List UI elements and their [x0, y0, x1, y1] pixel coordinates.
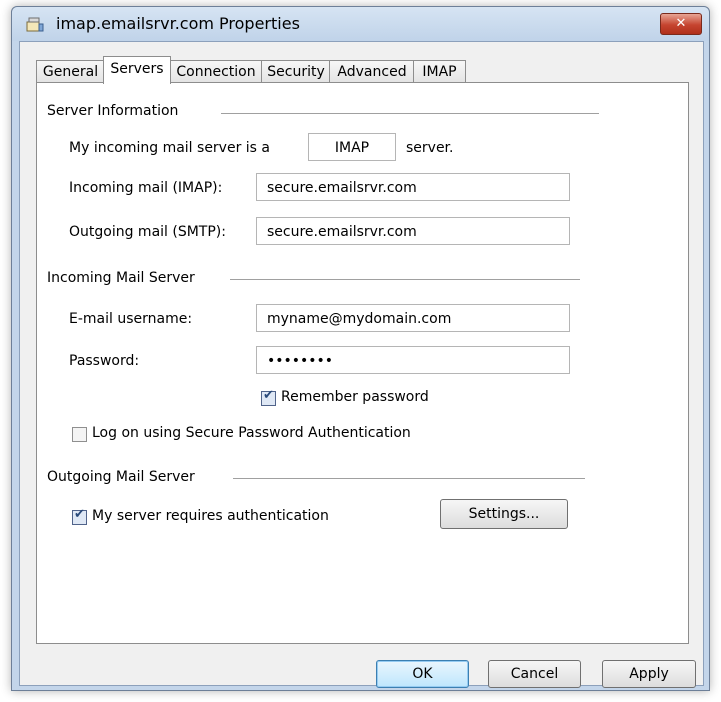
requires-auth-label: My server requires authentication	[92, 508, 329, 524]
close-icon: ✕	[675, 16, 687, 31]
title-bar[interactable]: imap.emailsrvr.com Properties ✕	[12, 7, 709, 41]
username-input[interactable]: myname@mydomain.com	[256, 304, 570, 332]
group-separator	[230, 279, 580, 280]
settings-button[interactable]: Settings...	[440, 499, 568, 529]
server-type-label: My incoming mail server is a	[69, 140, 271, 156]
spa-checkbox[interactable]	[72, 427, 87, 442]
tab-imap[interactable]: IMAP	[413, 60, 466, 83]
checkmark-icon: ✔	[263, 388, 274, 403]
incoming-mail-label: Incoming mail (IMAP):	[69, 180, 223, 196]
properties-dialog: imap.emailsrvr.com Properties ✕ General …	[11, 6, 710, 691]
group-separator	[233, 478, 585, 479]
requires-auth-checkbox[interactable]: ✔	[72, 507, 87, 525]
outgoing-mail-server-heading: Outgoing Mail Server	[47, 469, 195, 485]
remember-password-label: Remember password	[281, 389, 429, 405]
cancel-button[interactable]: Cancel	[488, 660, 581, 688]
tab-servers[interactable]: Servers	[103, 56, 171, 84]
spa-label: Log on using Secure Password Authenticat…	[92, 425, 411, 441]
servers-tab-panel: Server Information My incoming mail serv…	[36, 82, 689, 644]
remember-password-checkbox[interactable]: ✔	[261, 388, 276, 406]
group-separator	[221, 113, 599, 114]
password-label: Password:	[69, 353, 140, 369]
incoming-mail-input[interactable]: secure.emailsrvr.com	[256, 173, 570, 201]
tab-advanced[interactable]: Advanced	[329, 60, 415, 83]
password-input[interactable]: ••••••••	[256, 346, 570, 374]
tab-general[interactable]: General	[36, 60, 105, 83]
server-information-heading: Server Information	[47, 103, 179, 119]
ok-button[interactable]: OK	[376, 660, 469, 688]
server-type-field: IMAP	[308, 133, 396, 161]
outgoing-mail-label: Outgoing mail (SMTP):	[69, 224, 226, 240]
tab-connection[interactable]: Connection	[169, 60, 263, 83]
apply-button[interactable]: Apply	[602, 660, 696, 688]
mail-account-icon	[26, 17, 44, 32]
outgoing-mail-input[interactable]: secure.emailsrvr.com	[256, 217, 570, 245]
close-button[interactable]: ✕	[660, 13, 702, 35]
checkmark-icon: ✔	[74, 507, 85, 522]
window-title: imap.emailsrvr.com Properties	[56, 14, 300, 33]
username-label: E-mail username:	[69, 311, 193, 327]
server-type-suffix: server.	[406, 140, 454, 156]
tab-security[interactable]: Security	[261, 60, 331, 83]
dialog-content: General Servers Connection Security Adva…	[19, 41, 704, 688]
incoming-mail-server-heading: Incoming Mail Server	[47, 270, 195, 286]
